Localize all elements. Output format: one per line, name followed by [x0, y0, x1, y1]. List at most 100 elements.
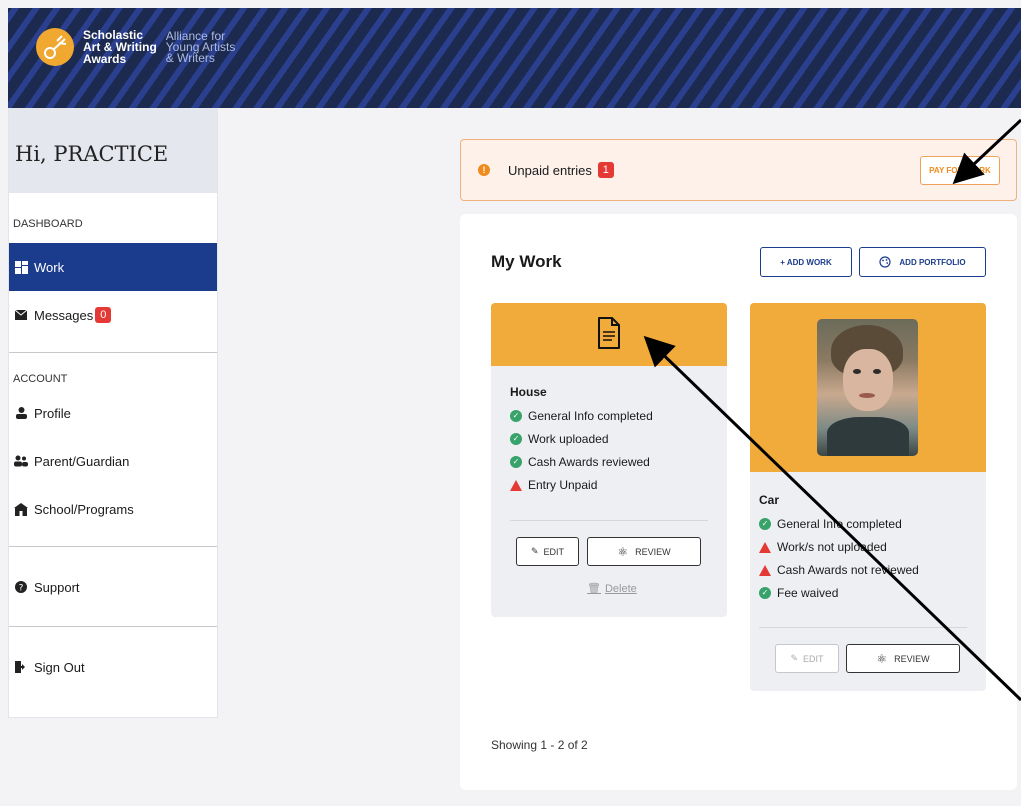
- status-row: ✓ General Info completed: [759, 517, 977, 531]
- portrait-face: [843, 349, 893, 411]
- alert-text: Unpaid entries: [508, 162, 592, 178]
- delete-label: Delete: [604, 583, 637, 595]
- add-portfolio-label: ADD PORTFOLIO: [899, 257, 966, 267]
- pay-for-work-button[interactable]: PAY FOR WORK: [920, 156, 1000, 185]
- section-dashboard: DASHBOARD: [13, 218, 83, 230]
- svg-text:?: ?: [19, 584, 24, 594]
- check-icon: ✓: [759, 518, 771, 530]
- status-text: Cash Awards not reviewed: [777, 563, 919, 577]
- portrait-eye: [853, 369, 861, 374]
- warning-icon: [510, 479, 522, 491]
- palette-icon: [879, 256, 891, 268]
- card-divider: [510, 520, 708, 521]
- delete-link[interactable]: 🗑 Delete: [587, 582, 637, 595]
- grid-icon: [14, 260, 28, 274]
- sidebar-item-sign-out[interactable]: Sign Out: [9, 643, 217, 691]
- unpaid-count-badge: 1: [597, 162, 614, 178]
- envelope-icon: [14, 308, 28, 322]
- card-divider: [759, 627, 967, 628]
- section-account: ACCOUNT: [13, 373, 68, 385]
- sidebar-item-parent-guardian[interactable]: Parent/Guardian: [9, 437, 217, 485]
- logo-mark-icon: [36, 28, 74, 66]
- edit-label: EDIT: [543, 546, 565, 557]
- portrait-eye: [873, 369, 881, 374]
- status-row: ✓ Work uploaded: [510, 432, 708, 446]
- edit-button[interactable]: ✎ EDIT: [516, 537, 579, 566]
- card-title: House: [510, 385, 547, 399]
- status-text: Work/s not uploaded: [777, 540, 887, 554]
- pencil-icon: ✎: [530, 546, 539, 556]
- sidebar-item-support[interactable]: ? Support: [9, 563, 217, 611]
- card-title: Car: [759, 493, 780, 507]
- greeting: Hi, PRACTICE: [9, 108, 217, 193]
- status-text: Entry Unpaid: [528, 478, 598, 492]
- card-header: [750, 303, 986, 472]
- status-row: ✓ General Info completed: [510, 409, 708, 423]
- pencil-icon: ✎: [790, 653, 799, 663]
- sidebar-item-school-programs[interactable]: School/Programs: [9, 485, 217, 533]
- status-text: General Info completed: [528, 409, 653, 423]
- review-button[interactable]: ⚛ REVIEW: [587, 537, 701, 566]
- unpaid-alert: ! Unpaid entries 1 PAY FOR WORK: [460, 139, 1017, 201]
- review-label: REVIEW: [894, 653, 930, 664]
- status-text: Fee waived: [777, 586, 839, 600]
- card-header: [491, 303, 727, 366]
- status-row: Entry Unpaid: [510, 478, 708, 492]
- document-icon: [598, 317, 620, 349]
- trash-icon: 🗑: [587, 583, 601, 595]
- alliance-text: Alliance for Young Artists & Writers: [165, 30, 236, 65]
- edit-label: EDIT: [803, 653, 824, 664]
- sidebar-item-label: Parent/Guardian: [34, 453, 130, 469]
- sidebar-item-label: Profile: [34, 405, 71, 421]
- status-text: Cash Awards reviewed: [528, 455, 650, 469]
- sidebar: Hi, PRACTICE DASHBOARD Work Messages 0 A…: [8, 108, 231, 806]
- check-icon: ✓: [759, 587, 771, 599]
- logo-line-3: Awards: [83, 52, 127, 66]
- work-card-car[interactable]: Car ✓ General Info completed Work/s not u…: [750, 303, 986, 691]
- site-header: Scholastic Art & Writing Awards Alliance…: [8, 8, 1021, 108]
- page-title: My Work: [491, 252, 562, 271]
- sidebar-item-label: Messages: [34, 307, 94, 323]
- messages-count-badge: 0: [95, 307, 112, 323]
- sidebar-item-profile[interactable]: Profile: [9, 389, 217, 437]
- logo-text: Scholastic Art & Writing Awards: [83, 29, 157, 65]
- sidebar-item-messages[interactable]: Messages 0: [9, 291, 217, 339]
- warning-icon: [759, 564, 771, 576]
- edit-button-disabled: ✎ EDIT: [775, 644, 839, 673]
- artwork-thumbnail[interactable]: [817, 319, 918, 456]
- school-icon: [14, 502, 28, 516]
- check-icon: ✓: [510, 433, 522, 445]
- status-row: Work/s not uploaded: [759, 540, 977, 554]
- status-row: Cash Awards not reviewed: [759, 563, 977, 577]
- status-row: ✓ Cash Awards reviewed: [510, 455, 708, 469]
- main-content: ! Unpaid entries 1 PAY FOR WORK My Work …: [231, 108, 1021, 806]
- warning-icon: [759, 541, 771, 553]
- sidebar-item-label: Work: [34, 259, 65, 275]
- portrait-shoulders: [827, 417, 909, 456]
- status-text: Work uploaded: [528, 432, 609, 446]
- sign-out-icon: [14, 660, 28, 674]
- alert-icon: !: [478, 164, 490, 176]
- sidebar-item-label: Sign Out: [34, 659, 85, 675]
- question-icon: ?: [14, 580, 28, 594]
- atom-icon: ⚛: [617, 544, 629, 559]
- add-work-button[interactable]: + ADD WORK: [760, 247, 852, 277]
- status-text: General Info completed: [777, 517, 902, 531]
- status-row: ✓ Fee waived: [759, 586, 977, 600]
- atom-icon: ⚛: [876, 651, 888, 666]
- pagination-summary: Showing 1 - 2 of 2: [491, 738, 588, 752]
- user-icon: [14, 406, 28, 420]
- review-label: REVIEW: [635, 546, 671, 557]
- check-icon: ✓: [510, 410, 522, 422]
- users-icon: [14, 454, 28, 468]
- sidebar-item-work[interactable]: Work: [9, 243, 217, 291]
- portrait-mouth: [859, 393, 875, 398]
- sidebar-panel: Hi, PRACTICE DASHBOARD Work Messages 0 A…: [8, 108, 218, 718]
- add-portfolio-button[interactable]: ADD PORTFOLIO: [859, 247, 986, 277]
- work-card-house[interactable]: House ✓ General Info completed ✓ Work uplo…: [491, 303, 727, 617]
- sidebar-item-label: Support: [34, 579, 80, 595]
- alliance-line-3: & Writers: [165, 50, 215, 65]
- review-button[interactable]: ⚛ REVIEW: [846, 644, 960, 673]
- logo[interactable]: Scholastic Art & Writing Awards Alliance…: [36, 28, 235, 66]
- sidebar-item-label: School/Programs: [34, 501, 134, 517]
